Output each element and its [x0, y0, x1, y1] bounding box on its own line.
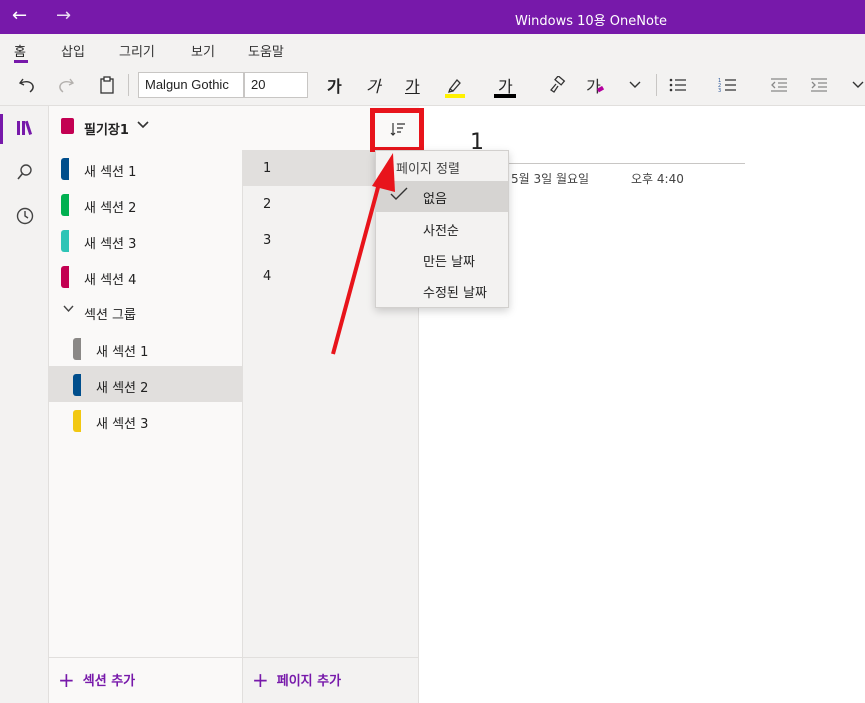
toolbar-divider: [656, 74, 657, 96]
ribbon-tabs: 홈 삽입 그리기 보기 도움말: [0, 34, 865, 64]
sort-option-none[interactable]: 없음: [376, 181, 508, 212]
redo-icon[interactable]: [52, 72, 80, 98]
format-painter-icon[interactable]: [543, 72, 571, 98]
sort-button-highlight-box: [370, 108, 424, 152]
add-page-button[interactable]: + 페이지 추가: [252, 667, 342, 692]
page-label: 3: [263, 233, 272, 248]
recent-clock-icon[interactable]: [0, 196, 49, 236]
sort-option-label: 만든 날짜: [423, 255, 475, 270]
sort-option-date-modified[interactable]: 수정된 날짜: [376, 275, 508, 306]
bold-button[interactable]: 가: [327, 73, 342, 97]
sort-option-date-created[interactable]: 만든 날짜: [376, 244, 508, 275]
section-color-tab: [73, 338, 81, 360]
page-label: 2: [263, 197, 272, 212]
section-group-label[interactable]: 섹션 그룹: [84, 304, 136, 323]
section-footer-divider: [49, 657, 243, 658]
back-arrow-icon[interactable]: ←: [12, 5, 27, 27]
page-title-underline: [470, 163, 745, 164]
section-label: 새 섹션 2: [96, 381, 149, 396]
section-color-tab: [61, 194, 69, 216]
section-color-tab: [73, 410, 81, 432]
toolbar: Malgun Gothic 20 가 가 가 가 가 123: [0, 64, 865, 106]
window-title: Windows 10용 OneNote: [515, 14, 668, 29]
section-label: 새 섹션 3: [96, 417, 149, 432]
active-tab-underline: [14, 60, 28, 63]
sort-option-label: 사전순: [423, 224, 459, 239]
checkmark-icon: [390, 185, 408, 206]
notebook-chevron-down-icon[interactable]: [137, 118, 149, 132]
rail-active-indicator: [0, 114, 3, 144]
underline-button[interactable]: 가: [405, 73, 420, 97]
navigation-rail: [0, 106, 49, 703]
font-name-input[interactable]: Malgun Gothic: [138, 72, 244, 98]
sort-option-label: 수정된 날짜: [423, 286, 487, 301]
section-group-item-selected[interactable]: 새 섹션 2: [49, 366, 242, 402]
section-item[interactable]: 새 섹션 1: [49, 150, 242, 186]
section-color-tab: [73, 374, 81, 396]
clipboard-icon[interactable]: [93, 72, 121, 98]
section-label: 새 섹션 2: [84, 201, 137, 216]
section-label: 새 섹션 1: [84, 165, 137, 180]
more-chevron-icon[interactable]: [621, 72, 649, 98]
forward-arrow-icon[interactable]: →: [56, 5, 71, 27]
notebook-icon: [61, 118, 74, 134]
add-page-label: 페이지 추가: [276, 674, 342, 689]
plus-icon: +: [252, 667, 269, 692]
highlight-color-swatch: [445, 94, 465, 98]
plus-icon: +: [58, 667, 75, 692]
sort-option-alphabetical[interactable]: 사전순: [376, 213, 508, 244]
page-time: 오후 4:40: [631, 172, 684, 186]
clear-formatting-button[interactable]: 가: [582, 72, 610, 98]
notebooks-icon[interactable]: [0, 108, 49, 148]
page-date: 5월 3일 월요일: [511, 172, 590, 186]
svg-text:3: 3: [718, 88, 721, 93]
search-icon[interactable]: [0, 152, 49, 192]
undo-icon[interactable]: [13, 72, 41, 98]
page-footer-divider: [243, 657, 419, 658]
title-bar: ← → Windows 10용 OneNote: [0, 0, 865, 34]
section-item[interactable]: 새 섹션 2: [49, 186, 242, 222]
page-label: 1: [263, 161, 272, 176]
section-group-item[interactable]: 새 섹션 1: [49, 330, 242, 366]
tab-draw[interactable]: 그리기: [119, 41, 155, 60]
notebook-name[interactable]: 필기장1: [84, 119, 129, 138]
overflow-chevron-icon[interactable]: [844, 72, 865, 98]
add-section-label: 섹션 추가: [82, 674, 136, 689]
section-label: 새 섹션 3: [84, 237, 137, 252]
section-color-tab: [61, 230, 69, 252]
tab-view[interactable]: 보기: [191, 41, 215, 60]
decrease-indent-icon[interactable]: [765, 72, 793, 98]
section-label: 새 섹션 4: [84, 273, 137, 288]
section-color-tab: [61, 158, 69, 180]
add-section-button[interactable]: + 섹션 추가: [58, 667, 136, 692]
sort-option-label: 없음: [423, 192, 447, 207]
section-color-tab: [61, 266, 69, 288]
tab-insert[interactable]: 삽입: [61, 41, 85, 60]
font-color-swatch: [494, 94, 516, 98]
sort-pages-menu: 페이지 정렬 없음 사전순 만든 날짜 수정된 날짜: [375, 150, 509, 308]
increase-indent-icon[interactable]: [805, 72, 833, 98]
section-label: 새 섹션 1: [96, 345, 149, 360]
sort-menu-header: 페이지 정렬: [396, 162, 460, 177]
section-item[interactable]: 새 섹션 3: [49, 222, 242, 258]
italic-button[interactable]: 가: [366, 73, 381, 97]
bullet-list-icon[interactable]: [664, 72, 692, 98]
tab-home[interactable]: 홈: [14, 41, 26, 60]
section-item[interactable]: 새 섹션 4: [49, 258, 242, 294]
page-label: 4: [263, 269, 272, 284]
tab-help[interactable]: 도움말: [248, 41, 284, 60]
section-group-item[interactable]: 새 섹션 3: [49, 402, 242, 438]
numbered-list-icon[interactable]: 123: [714, 72, 742, 98]
toolbar-divider: [128, 74, 129, 96]
section-group-chevron-icon[interactable]: [63, 303, 74, 316]
font-size-input[interactable]: 20: [244, 72, 308, 98]
